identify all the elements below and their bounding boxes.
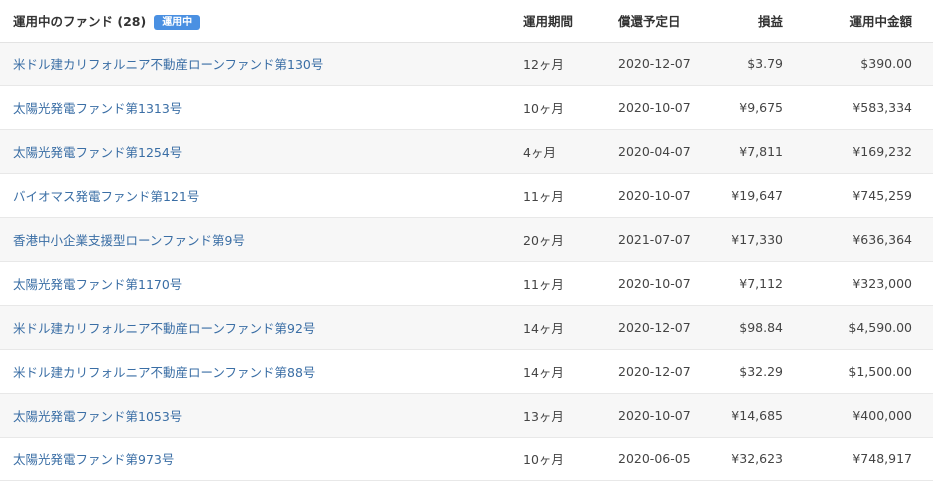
fund-link[interactable]: 太陽光発電ファンド第1313号 — [13, 101, 182, 116]
status-badge: 運用中 — [154, 15, 201, 31]
amount-cell: ¥169,232 — [852, 144, 912, 160]
date-cell: 2021-07-07 — [618, 232, 691, 247]
fund-link[interactable]: 米ドル建カリフォルニア不動産ローンファンド第130号 — [13, 57, 323, 72]
term-cell: 14ヶ月 — [523, 320, 564, 336]
fund-name-cell: 太陽光発電ファンド第1170号 — [0, 261, 510, 305]
profit-cell: ¥19,647 — [731, 188, 783, 204]
profit-cell: ¥17,330 — [731, 232, 783, 247]
profit-cell: ¥7,811 — [739, 144, 783, 160]
table-row: 太陽光発電ファンド第1170号 11ヶ月 2020-10-07 ¥7,112 ¥… — [0, 261, 933, 306]
header-amount: 運用中金額 — [849, 14, 912, 30]
table-row: 米ドル建カリフォルニア不動産ローンファンド第88号 14ヶ月 2020-12-0… — [0, 349, 933, 394]
fund-name-cell: 太陽光発電ファンド第1313号 — [0, 86, 510, 130]
date-cell: 2020-04-07 — [618, 144, 691, 160]
table-row: 米ドル建カリフォルニア不動産ローンファンド第92号 14ヶ月 2020-12-0… — [0, 305, 933, 350]
section-title: 運用中のファンド (28) — [13, 14, 147, 30]
term-cell: 20ヶ月 — [523, 233, 564, 248]
profit-cell: ¥9,675 — [739, 100, 783, 116]
amount-cell: $390.00 — [860, 56, 912, 72]
header-fund-name: 運用中のファンド (28) 運用中 — [0, 0, 510, 42]
term-cell: 11ヶ月 — [523, 189, 564, 205]
table-row: 太陽光発電ファンド第973号 10ヶ月 2020-06-05 ¥32,623 ¥… — [0, 437, 933, 481]
fund-name-cell: 太陽光発電ファンド第973号 — [0, 437, 510, 481]
fund-link[interactable]: 香港中小企業支援型ローンファンド第9号 — [13, 233, 245, 248]
term-cell: 12ヶ月 — [523, 57, 564, 73]
profit-cell: $98.84 — [739, 319, 783, 335]
term-cell: 4ヶ月 — [523, 145, 556, 161]
date-cell: 2020-12-07 — [618, 319, 691, 335]
amount-cell: ¥748,917 — [852, 451, 912, 467]
date-cell: 2020-10-07 — [618, 100, 691, 116]
term-cell: 10ヶ月 — [523, 101, 564, 117]
amount-cell: ¥583,334 — [852, 100, 912, 116]
fund-link[interactable]: 太陽光発電ファンド第1254号 — [13, 145, 182, 160]
fund-link[interactable]: 米ドル建カリフォルニア不動産ローンファンド第88号 — [13, 365, 315, 380]
amount-cell: $4,590.00 — [848, 319, 912, 335]
profit-cell: $3.79 — [747, 56, 783, 72]
header-term: 運用期間 — [523, 14, 574, 30]
fund-link[interactable]: 太陽光発電ファンド第1170号 — [13, 277, 182, 292]
profit-cell: ¥7,112 — [739, 275, 783, 291]
fund-link[interactable]: 米ドル建カリフォルニア不動産ローンファンド第92号 — [13, 321, 315, 336]
fund-link[interactable]: バイオマス発電ファンド第121号 — [13, 189, 199, 204]
date-cell: 2020-10-07 — [618, 407, 691, 423]
table-row: 米ドル建カリフォルニア不動産ローンファンド第130号 12ヶ月 2020-12-… — [0, 42, 933, 86]
fund-name-cell: 米ドル建カリフォルニア不動産ローンファンド第130号 — [0, 42, 510, 86]
date-cell: 2020-06-05 — [618, 451, 691, 467]
fund-name-cell: 香港中小企業支援型ローンファンド第9号 — [0, 218, 510, 262]
term-cell: 14ヶ月 — [523, 364, 564, 380]
header-redemption-date: 償還予定日 — [618, 14, 681, 30]
profit-cell: ¥14,685 — [731, 407, 783, 423]
term-cell: 13ヶ月 — [523, 408, 564, 424]
fund-name-cell: 米ドル建カリフォルニア不動産ローンファンド第88号 — [0, 349, 510, 393]
table-row: 太陽光発電ファンド第1254号 4ヶ月 2020-04-07 ¥7,811 ¥1… — [0, 129, 933, 174]
profit-cell: ¥32,623 — [731, 451, 783, 467]
amount-cell: ¥400,000 — [852, 407, 912, 423]
table-header-row: 運用中のファンド (28) 運用中 運用期間 償還予定日 損益 運用中金額 — [0, 0, 933, 42]
fund-name-cell: 米ドル建カリフォルニア不動産ローンファンド第92号 — [0, 305, 510, 349]
date-cell: 2020-12-07 — [618, 56, 691, 72]
term-cell: 11ヶ月 — [523, 276, 564, 292]
header-profit: 損益 — [757, 14, 783, 30]
fund-name-cell: 太陽光発電ファンド第1254号 — [0, 130, 510, 174]
table-row: 香港中小企業支援型ローンファンド第9号 20ヶ月 2021-07-07 ¥17,… — [0, 217, 933, 262]
amount-cell: ¥636,364 — [852, 232, 912, 247]
table-row: 太陽光発電ファンド第1053号 13ヶ月 2020-10-07 ¥14,685 … — [0, 393, 933, 438]
amount-cell: $1,500.00 — [848, 363, 912, 379]
term-cell: 10ヶ月 — [523, 452, 564, 468]
fund-name-cell: 太陽光発電ファンド第1053号 — [0, 393, 510, 437]
amount-cell: ¥745,259 — [852, 188, 912, 204]
fund-link[interactable]: 太陽光発電ファンド第1053号 — [13, 409, 182, 424]
funds-panel: 運用中のファンド (28) 運用中 運用期間 償還予定日 損益 運用中金額 米ドル… — [0, 0, 933, 483]
table-row: バイオマス発電ファンド第121号 11ヶ月 2020-10-07 ¥19,647… — [0, 173, 933, 218]
amount-cell: ¥323,000 — [852, 275, 912, 291]
fund-link[interactable]: 太陽光発電ファンド第973号 — [13, 452, 174, 467]
fund-name-cell: バイオマス発電ファンド第121号 — [0, 174, 510, 218]
date-cell: 2020-10-07 — [618, 188, 691, 204]
date-cell: 2020-10-07 — [618, 275, 691, 291]
date-cell: 2020-12-07 — [618, 363, 691, 379]
table-row: 太陽光発電ファンド第1313号 10ヶ月 2020-10-07 ¥9,675 ¥… — [0, 85, 933, 130]
profit-cell: $32.29 — [739, 363, 783, 379]
funds-table: 運用中のファンド (28) 運用中 運用期間 償還予定日 損益 運用中金額 米ドル… — [0, 0, 933, 481]
